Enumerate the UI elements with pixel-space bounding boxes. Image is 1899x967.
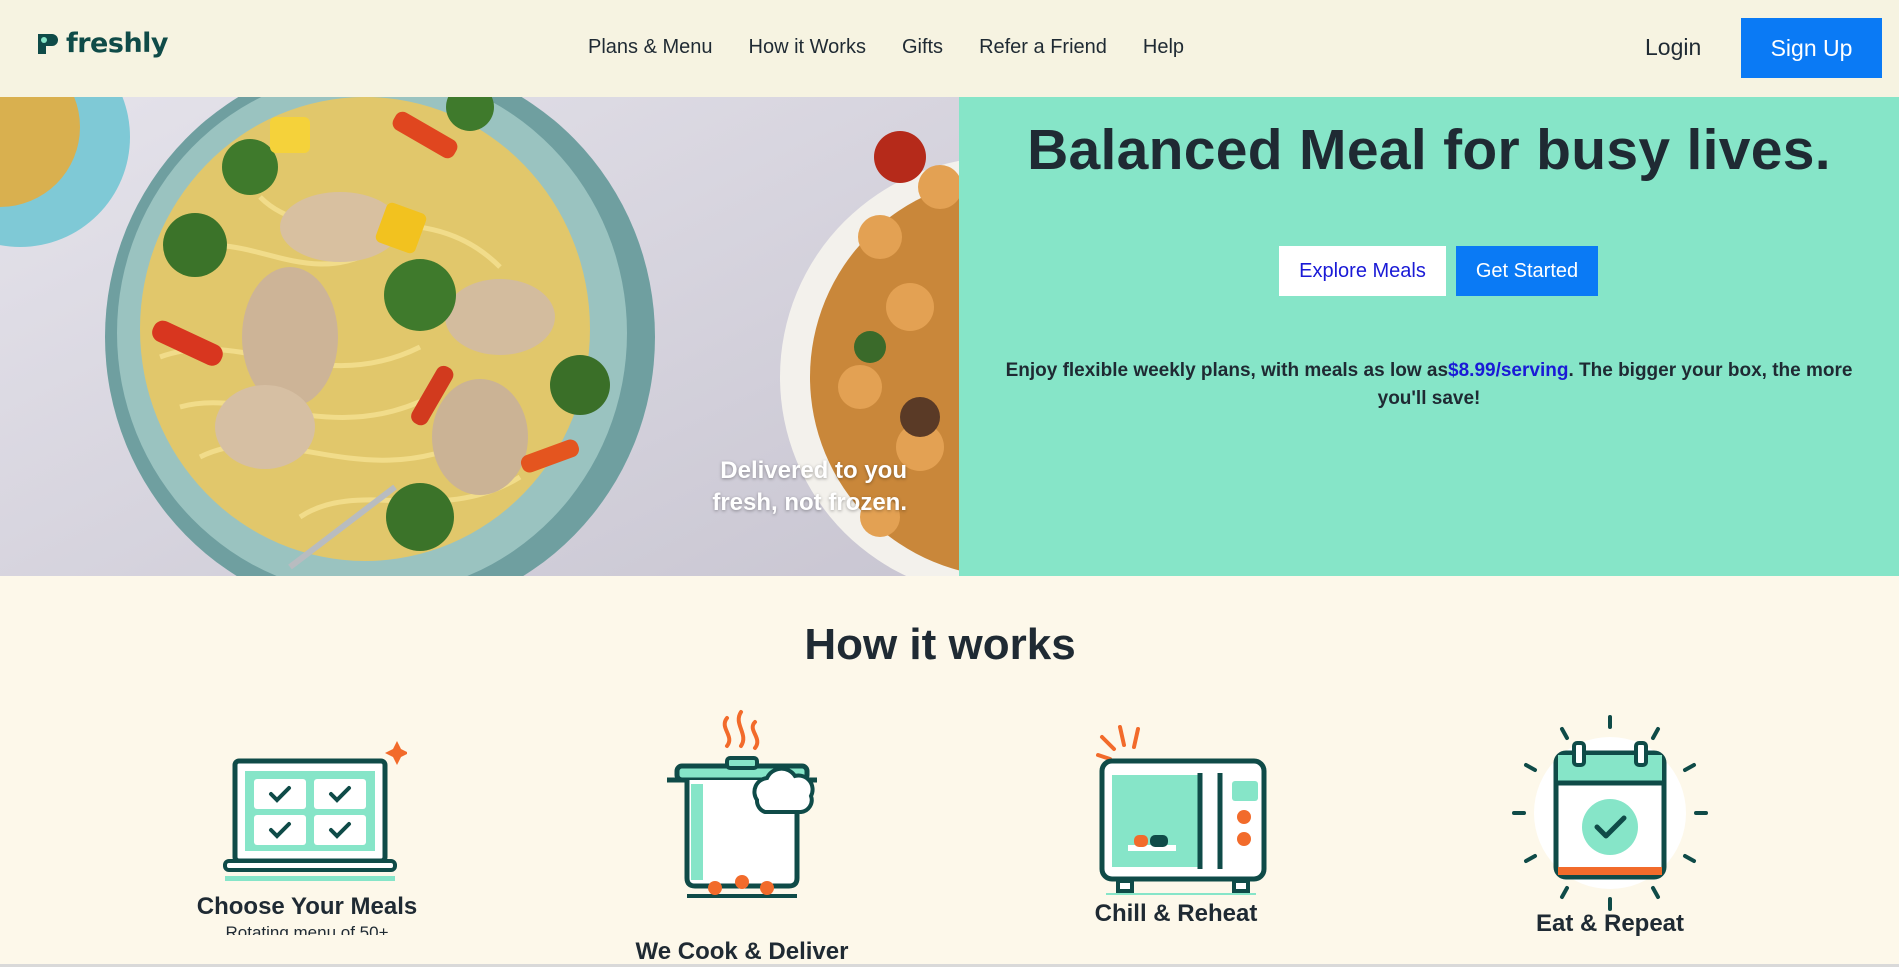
calendar-check-icon [1512, 715, 1708, 911]
nav-help[interactable]: Help [1143, 36, 1184, 59]
hero-description: Enjoy flexible weekly plans, with meals … [989, 357, 1869, 413]
site-header: freshly Plans & Menu How it Works Gifts … [0, 0, 1899, 97]
nav-refer-friend[interactable]: Refer a Friend [979, 36, 1107, 59]
hero-caption-line2: fresh, not frozen. [712, 489, 907, 516]
freshly-logo-icon [38, 33, 58, 54]
nav-plans-menu[interactable]: Plans & Menu [588, 36, 713, 59]
signup-button[interactable]: Sign Up [1741, 18, 1882, 78]
laptop-menu-icon [223, 741, 407, 881]
nav-gifts[interactable]: Gifts [902, 36, 943, 59]
hero-title: Balanced Meal for busy lives. [1027, 118, 1831, 182]
step-subtitle: Rotating menu of 50+ [225, 923, 389, 935]
hero-caption: Delivered to you fresh, not frozen. [712, 455, 907, 519]
login-link[interactable]: Login [1645, 34, 1701, 61]
microwave-icon [1096, 725, 1267, 895]
step-chill-reheat: Chill & Reheat [1056, 725, 1296, 928]
step-title: Choose Your Meals [196, 893, 418, 920]
hero-desc-text: Enjoy flexible weekly plans, with meals … [1005, 360, 1449, 381]
step-title: We Cook & Deliver [635, 938, 849, 965]
how-it-works-title-text: How it works [804, 620, 1076, 669]
hero-panel: Balanced Meal for busy lives. Explore Me… [959, 97, 1899, 576]
get-started-button[interactable]: Get Started [1456, 246, 1598, 296]
step-title: Eat & Repeat [1535, 910, 1685, 937]
step-eat-repeat: Eat & Repeat [1490, 713, 1730, 938]
step-title: Chill & Reheat [1094, 900, 1258, 927]
nav-how-it-works[interactable]: How it Works [749, 36, 866, 59]
freshly-logo[interactable]: freshly [36, 28, 169, 59]
step-cook-deliver: We Cook & Deliver [622, 708, 862, 966]
explore-meals-button[interactable]: Explore Meals [1279, 246, 1446, 296]
cooking-pot-icon [667, 710, 817, 898]
step-choose-meals: Choose Your Meals Rotating menu of 50+ [187, 733, 427, 935]
how-it-works-title: How it works [0, 620, 1899, 670]
main-nav: Plans & Menu How it Works Gifts Refer a … [588, 36, 1184, 59]
price-highlight: $8.99/serving [1448, 360, 1569, 381]
hero-food-image: Delivered to you fresh, not frozen. [0, 97, 959, 576]
hero-caption-line1: Delivered to you [720, 457, 907, 484]
logo-text: freshly [66, 28, 169, 59]
